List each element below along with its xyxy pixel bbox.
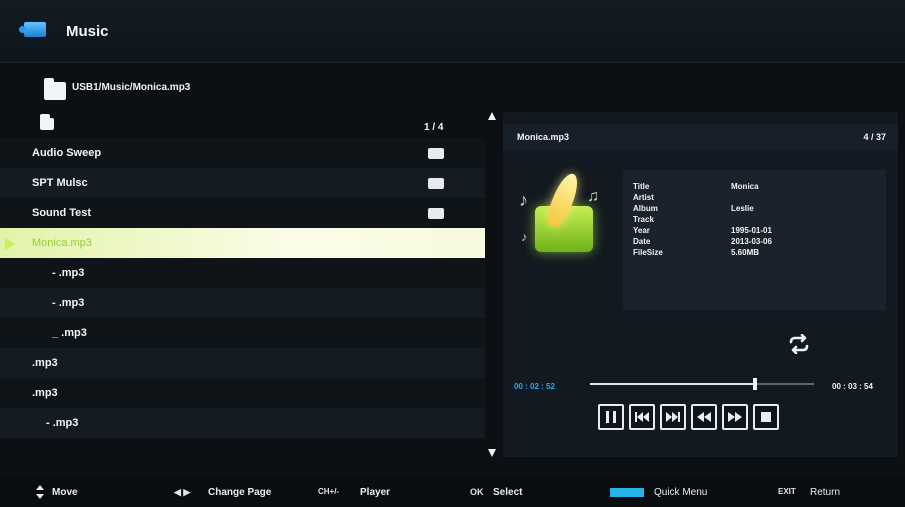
list-item-label: _ .mp3 xyxy=(52,327,87,339)
total-time: 00 : 03 : 54 xyxy=(832,382,873,391)
next-icon xyxy=(666,412,680,422)
progress-handle[interactable] xyxy=(752,378,757,390)
meta-key: Artist xyxy=(633,193,654,202)
meta-key: Album xyxy=(633,204,658,213)
folder-icon xyxy=(428,208,444,219)
meta-value: 1995-01-01 xyxy=(731,226,772,235)
stop-icon xyxy=(761,412,771,422)
hint-move: Move xyxy=(52,487,78,498)
stop-button[interactable] xyxy=(753,404,779,430)
next-button[interactable] xyxy=(660,404,686,430)
rewind-button[interactable] xyxy=(691,404,717,430)
meta-value: 5.60MB xyxy=(731,248,760,257)
music-note-icon: ♪ xyxy=(519,190,528,210)
play-marker-icon xyxy=(5,238,15,250)
meta-key: Title xyxy=(633,182,650,191)
pause-icon xyxy=(606,411,616,423)
elapsed-time: 00 : 02 : 52 xyxy=(514,382,555,391)
folder-icon xyxy=(428,178,444,189)
previous-button[interactable] xyxy=(629,404,655,430)
list-item[interactable]: - .mp3 xyxy=(0,288,485,318)
list-item[interactable]: Audio Sweep xyxy=(0,138,485,168)
list-item[interactable]: SPT Mulsc xyxy=(0,168,485,198)
meta-value: Leslie xyxy=(731,204,754,213)
hint-return: Return xyxy=(810,487,841,498)
folder-icon xyxy=(44,78,66,100)
list-item[interactable]: .mp3 xyxy=(0,378,485,408)
list-item-label: .mp3 xyxy=(32,387,58,399)
list-item-label: Monica.mp3 xyxy=(32,237,92,249)
hint-quick-menu: Quick Menu xyxy=(654,487,708,498)
album-art-music-icon: ♪ ♫ ♪ xyxy=(517,170,607,260)
music-note-icon: ♫ xyxy=(587,188,599,205)
blue-key-swatch xyxy=(610,488,644,497)
list-item-label: - .mp3 xyxy=(46,417,79,429)
ok-key-glyph: OK xyxy=(470,487,484,497)
previous-icon xyxy=(635,412,649,422)
list-item-label: Sound Test xyxy=(32,207,92,219)
scroll-down-arrow-icon[interactable] xyxy=(488,449,496,457)
playback-progress-bar[interactable] xyxy=(590,378,814,390)
now-playing-filename: Monica.mp3 xyxy=(517,132,570,142)
meta-key: Track xyxy=(633,215,654,224)
folder-icon xyxy=(428,148,444,159)
list-item-label: - .mp3 xyxy=(52,267,85,279)
list-scrollbar[interactable] xyxy=(488,112,496,457)
current-path: USB1/Music/Monica.mp3 xyxy=(72,82,191,93)
meta-key: Year xyxy=(633,226,650,235)
ch-key-glyph: CH+/- xyxy=(318,487,340,496)
list-item[interactable]: _ .mp3 xyxy=(0,318,485,348)
parent-folder-icon[interactable] xyxy=(40,114,54,130)
scroll-up-arrow-icon[interactable] xyxy=(488,112,496,120)
repeat-icon[interactable] xyxy=(786,334,812,354)
list-header: 1 / 4 xyxy=(0,112,485,138)
meta-value: 2013-03-06 xyxy=(731,237,772,246)
list-item-label: .mp3 xyxy=(32,357,58,369)
list-item-label: - .mp3 xyxy=(52,297,85,309)
list-item[interactable]: .mp3 xyxy=(0,348,485,378)
hint-select: Select xyxy=(493,487,523,498)
music-app-icon xyxy=(19,22,46,37)
meta-key: FileSize xyxy=(633,248,663,257)
rewind-icon xyxy=(697,412,711,422)
file-list: 1 / 4 Audio Sweep SPT Mulsc Sound Test Moni… xyxy=(0,112,485,457)
list-item-selected[interactable]: Monica.mp3 xyxy=(0,228,485,258)
list-item-label: Audio Sweep xyxy=(32,147,102,159)
app-title: Music xyxy=(66,23,109,40)
left-right-arrows-icon: ◀ ▶ xyxy=(174,487,191,497)
meta-value: Monica xyxy=(731,182,759,191)
list-item[interactable]: - .mp3 xyxy=(0,258,485,288)
meta-key: Date xyxy=(633,237,651,246)
list-item[interactable]: Sound Test xyxy=(0,198,485,228)
pause-button[interactable] xyxy=(598,404,624,430)
fast-forward-icon xyxy=(728,412,742,422)
hint-player: Player xyxy=(360,487,391,498)
list-item-label: SPT Mulsc xyxy=(32,177,88,189)
up-down-arrows-icon xyxy=(36,485,44,499)
list-item[interactable]: - .mp3 xyxy=(0,408,485,438)
hint-change-page: Change Page xyxy=(208,487,272,498)
footer-hints: Move ◀ ▶ Change Page CH+/- Player OK Sel… xyxy=(0,478,905,507)
progress-fill xyxy=(590,383,755,385)
music-note-icon: ♪ xyxy=(521,230,527,244)
track-count: 4 / 37 xyxy=(863,132,886,142)
exit-key-glyph: EXIT xyxy=(778,487,796,496)
page-indicator: 1 / 4 xyxy=(424,122,444,133)
track-metadata: Title Monica Artist Album Leslie Track Year 199… xyxy=(623,170,886,310)
top-bar: Music xyxy=(0,0,905,63)
fast-forward-button[interactable] xyxy=(722,404,748,430)
